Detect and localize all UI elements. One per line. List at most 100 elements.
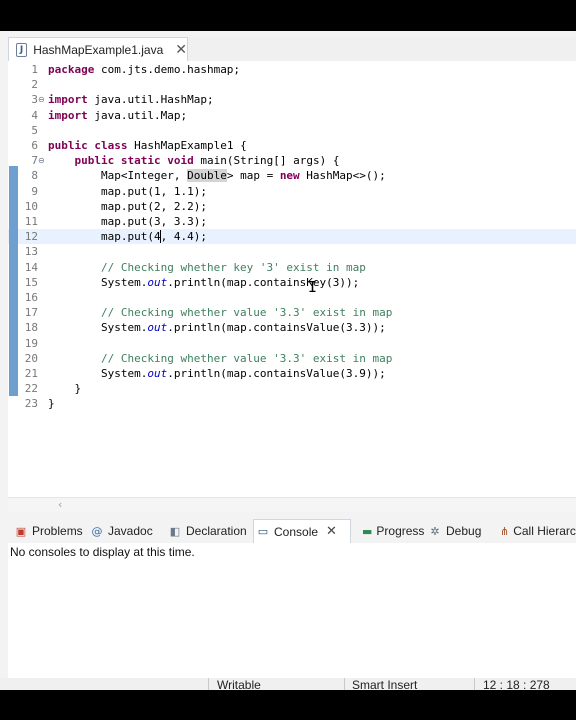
tab-problems[interactable]: ▣ Problems — [12, 519, 86, 543]
scroll-left-arrow-icon[interactable]: ‹ — [58, 498, 62, 511]
code-line[interactable]: 6 public class HashMapExample1 { — [8, 138, 576, 153]
code-text: Map<Integer, Double> map = new HashMap<>… — [48, 168, 386, 183]
panel-tab-label: Problems — [32, 524, 83, 538]
tab-javadoc[interactable]: @ Javadoc — [88, 519, 164, 543]
code-token: new — [279, 169, 300, 183]
code-token: class — [94, 139, 128, 152]
code-token: import — [48, 93, 88, 107]
code-token: System. — [48, 367, 148, 380]
code-line[interactable]: 2 — [8, 77, 576, 92]
status-separator — [208, 678, 209, 690]
code-text: } — [48, 396, 55, 411]
code-text: package com.jts.demo.hashmap; — [48, 62, 240, 77]
editor-tab-hashmapexample1[interactable]: J HashMapExample1.java ✕ — [8, 37, 188, 61]
line-number: 4 — [31, 108, 38, 122]
bottom-panel-tab-bar: ▣ Problems @ Javadoc ◧ Declaration ▭ Console ✕ ▬ P… — [8, 519, 576, 544]
code-token: , 4.4); — [160, 230, 207, 244]
line-number: 5 — [31, 123, 38, 137]
code-token: > map = — [226, 169, 280, 183]
code-line[interactable]: 1 package com.jts.demo.hashmap; — [8, 62, 576, 77]
code-token: System. — [48, 321, 148, 335]
mouse-ibeam-cursor-icon: I — [308, 278, 318, 296]
code-line[interactable]: 15 System.out.println(map.containsKey(3)… — [8, 275, 576, 290]
code-line[interactable]: 13 — [8, 244, 576, 259]
code-line[interactable]: 4 import java.util.Map; — [8, 108, 576, 123]
line-number: 6 — [31, 139, 38, 152]
code-text: map.put(4, 4.4); — [48, 229, 207, 244]
tab-call-hierarch[interactable]: ⋔ Call Hierarch — [498, 519, 576, 543]
code-line[interactable]: 21 System.out.println(map.containsValue(… — [8, 366, 576, 381]
code-line[interactable]: 3 ⊖ import java.util.HashMap; — [8, 92, 576, 107]
code-line[interactable]: 12 map.put(4, 4.4); — [8, 229, 576, 245]
panel-tab-label: Call Hierarch — [513, 524, 576, 538]
close-icon[interactable]: ✕ — [326, 524, 337, 539]
code-line[interactable]: 18 System.out.println(map.containsValue(… — [8, 320, 576, 335]
close-icon[interactable]: ✕ — [175, 42, 187, 58]
call-hierarchy-icon: ⋔ — [500, 524, 510, 538]
java-file-icon: J — [16, 42, 28, 57]
code-token: map.put(4 — [48, 230, 161, 244]
panel-tab-label: Console — [274, 524, 319, 539]
video-letterbox-top — [0, 0, 576, 31]
code-line[interactable]: 7 ⊖ public static void main(String[] args… — [8, 153, 576, 168]
tab-declaration[interactable]: ◧ Declaration — [166, 519, 252, 543]
code-token: out — [147, 321, 168, 335]
fold-collapse-icon[interactable]: ⊖ — [38, 92, 48, 107]
code-text: } — [48, 381, 81, 396]
code-line[interactable]: 23} — [8, 396, 576, 411]
code-text: System.out.println(map.containsValue(3.9… — [48, 366, 386, 381]
code-token: } — [48, 382, 82, 396]
code-text: map.put(2, 2.2); — [48, 199, 207, 214]
code-line[interactable]: 10 map.put(2, 2.2); — [8, 199, 576, 214]
code-token: HashMap<>(); — [299, 169, 386, 183]
code-line[interactable]: 9 map.put(1, 1.1); — [8, 184, 576, 199]
line-number: 23 — [24, 397, 38, 411]
code-line[interactable]: 11 map.put(3, 3.3); — [8, 214, 576, 229]
code-line[interactable]: 19 — [8, 336, 576, 351]
code-token: map.put(1, 1.1); — [48, 184, 207, 198]
code-text: // Checking whether value '3.3' exist in… — [48, 351, 392, 366]
panel-tab-label: Javadoc — [108, 524, 153, 538]
code-token: .println(map.containsValue(3.3)); — [167, 321, 386, 335]
code-line[interactable]: 17 // Checking whether value '3.3' exist… — [8, 305, 576, 320]
code-token: import — [48, 108, 88, 122]
code-token: com.jts.demo.hashmap; — [94, 63, 241, 76]
panel-tab-label: Progress — [376, 524, 425, 538]
code-token: out — [147, 367, 168, 380]
code-line[interactable]: 22 } — [8, 381, 576, 396]
code-token: Map<Integer, — [48, 169, 188, 183]
code-editor[interactable]: 1 package com.jts.demo.hashmap; 2 3 ⊖ import … — [8, 61, 576, 497]
panel-tab-label: Declaration — [186, 524, 247, 538]
tab-console[interactable]: ▭ Console ✕ — [253, 519, 351, 543]
code-token: .println(map.containsKey(3)); — [167, 275, 360, 289]
tab-debug[interactable]: ✲ Debug — [426, 519, 496, 543]
editor-horizontal-scrollbar[interactable]: ‹ — [8, 497, 576, 512]
code-token: // Checking whether value '3.3' exist in… — [100, 306, 393, 320]
console-view[interactable] — [8, 543, 576, 678]
line-number: 2 — [31, 78, 38, 92]
status-separator — [474, 678, 475, 690]
code-token: java.util.HashMap; — [87, 93, 214, 107]
code-line[interactable]: 8 Map<Integer, Double> map = new HashMap… — [8, 168, 576, 183]
code-text: // Checking whether value '3.3' exist in… — [48, 305, 392, 320]
code-text: import java.util.Map; — [48, 108, 187, 123]
code-line[interactable]: 16 — [8, 290, 576, 305]
code-token: .println(map.containsValue(3.9)); — [167, 367, 386, 380]
code-token: HashMapExample1 { — [127, 139, 247, 152]
console-empty-message: No consoles to display at this time. — [10, 545, 195, 559]
code-line[interactable]: 14 // Checking whether key '3' exist in … — [8, 260, 576, 275]
code-text: public static void main(String[] args) { — [48, 153, 340, 168]
fold-collapse-icon[interactable]: ⊖ — [38, 153, 48, 168]
code-token: map.put(2, 2.2); — [48, 199, 207, 213]
line-number: 1 — [31, 63, 38, 76]
code-text: public class HashMapExample1 { — [48, 138, 247, 153]
code-line[interactable]: 5 — [8, 123, 576, 138]
debug-icon: ✲ — [430, 524, 440, 538]
tab-progress[interactable]: ▬ Progress — [360, 519, 424, 543]
code-text: import java.util.HashMap; — [48, 92, 214, 107]
code-line[interactable]: 20 // Checking whether value '3.3' exist… — [8, 351, 576, 366]
code-token: out — [147, 275, 168, 289]
